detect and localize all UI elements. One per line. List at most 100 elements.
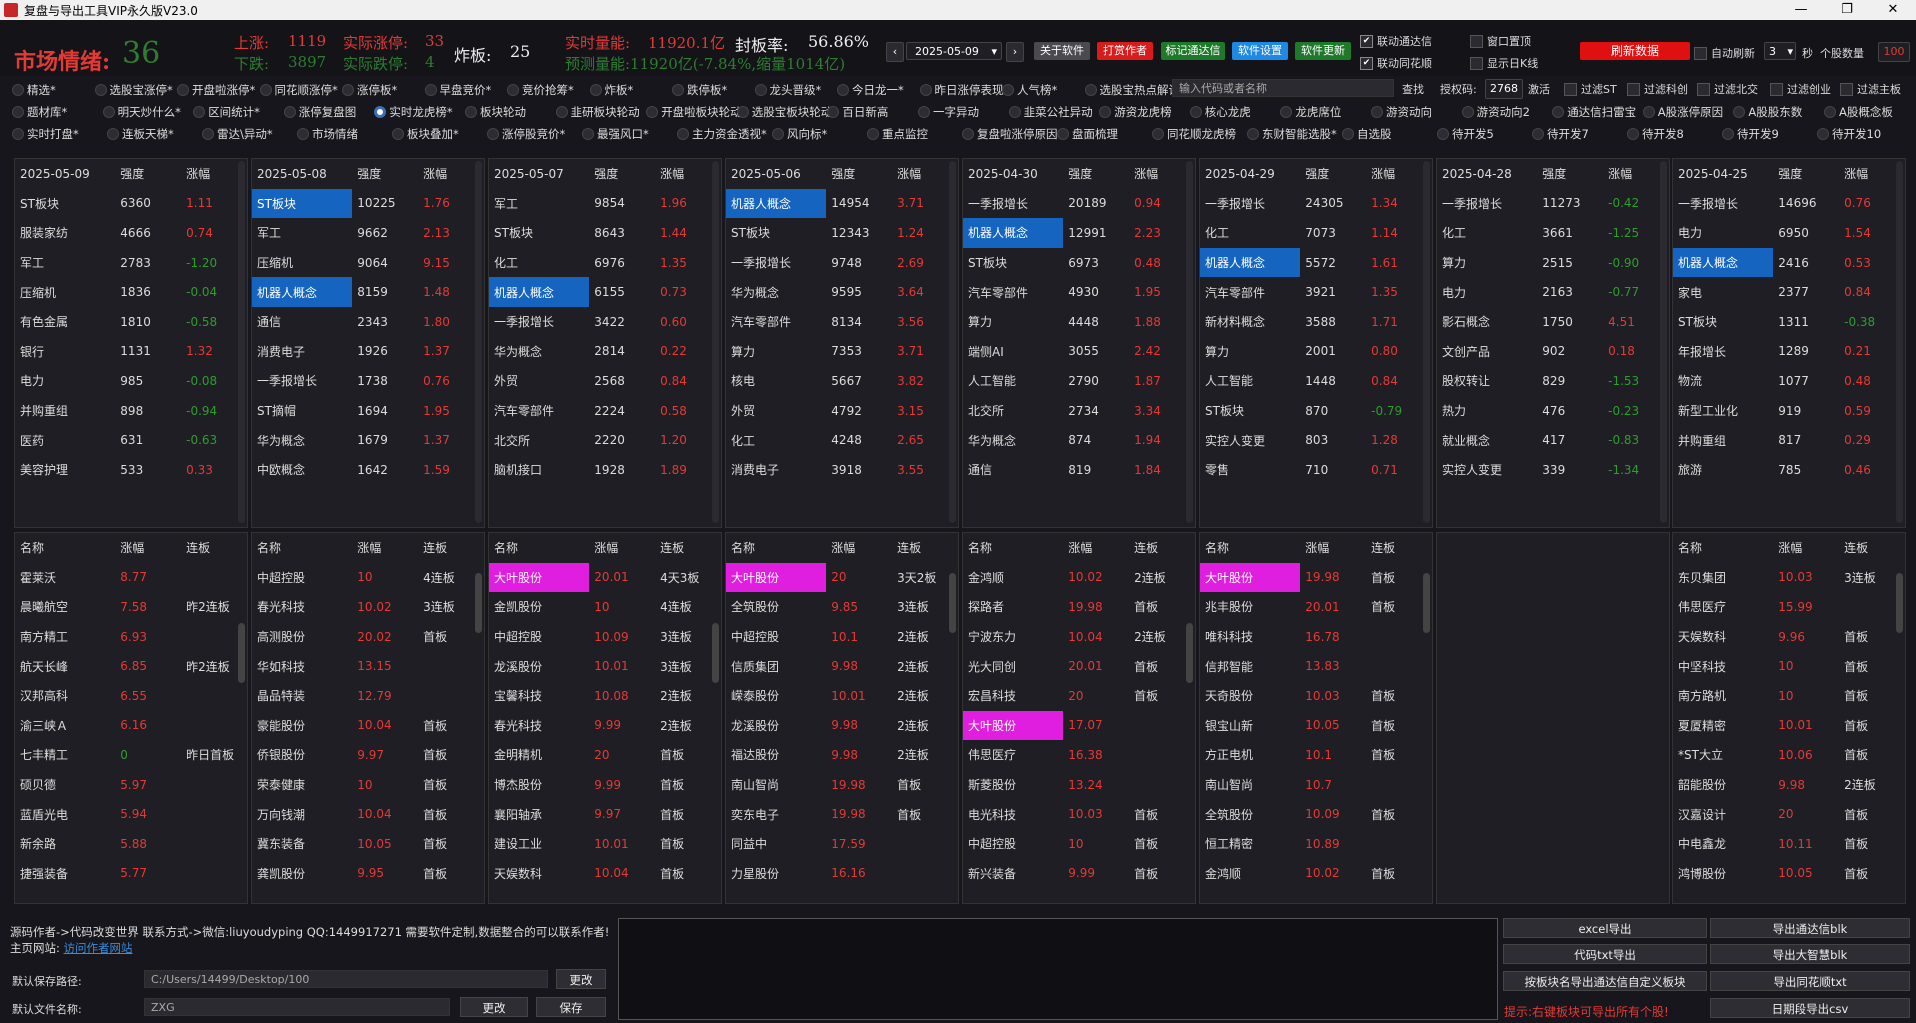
table-row[interactable]: 渝三峡Ａ 6.16 [15,711,247,741]
table-row[interactable]: 算力 4448 1.88 [963,307,1195,337]
table-row[interactable]: 电光科技 10.03 首板 [963,799,1195,829]
table-row[interactable]: 热力 476 -0.23 [1437,396,1669,426]
tab-tabs_row2-20[interactable]: A股概念板 [1824,104,1893,120]
table-row[interactable]: 军工 2783 -1.20 [15,248,247,278]
scrollbar[interactable] [1423,161,1430,523]
table-row[interactable]: 华如科技 13.15 [252,651,484,681]
table-row[interactable]: 医药 631 -0.63 [15,425,247,455]
filter-zhuban-checkbox[interactable]: 过滤主板 [1840,81,1901,97]
table-row[interactable]: 通信 819 1.84 [963,455,1195,485]
tab-tabs_row3-19[interactable]: 待开发10 [1817,126,1881,142]
tab-tabs_row2-1[interactable]: 明天炒什么* [102,104,181,120]
export-ths-txt-button[interactable]: 导出同花顺txt [1710,971,1910,991]
table-row[interactable]: 斯菱股份 13.24 [963,770,1195,800]
table-row[interactable]: 大叶股份 17.07 [963,710,1195,741]
tab-tabs_row2-2[interactable]: 区间统计* [193,104,260,120]
tab-tabs_row3-10[interactable]: 复盘啦涨停原因 [962,126,1058,142]
table-row[interactable]: 外贸 2568 0.84 [489,366,721,396]
table-row[interactable]: 文创产品 902 0.18 [1437,337,1669,367]
table-row[interactable]: 春光科技 10.02 3连板 [252,592,484,622]
tab-tabs_row2-16[interactable]: 游资动向2 [1461,104,1530,120]
table-row[interactable]: 南山智尚 19.98 首板 [726,770,958,800]
table-row[interactable]: 华为概念 874 1.94 [963,425,1195,455]
table-row[interactable]: 唯科科技 16.78 [1200,622,1432,652]
table-row[interactable]: 军工 9662 2.13 [252,218,484,248]
table-row[interactable]: 硕贝德 5.97 [15,770,247,800]
mark-tdx-button[interactable]: 标记通达信 [1161,42,1225,60]
table-row[interactable]: 福达股份 9.98 2连板 [726,740,958,770]
table-row[interactable]: 影石概念 1750 4.51 [1437,307,1669,337]
tab-tabs_row3-2[interactable]: 雷达\异动* [202,126,273,142]
tab-tabs_row1-6[interactable]: 竞价抢筹* [507,82,574,98]
sector-panel-1[interactable]: 2025-05-08 强度 涨幅 ST板块 10225 1.76 军工 9662 2.13 压缩机… [251,158,485,528]
table-row[interactable]: 汉嘉设计 20 首板 [1673,799,1905,829]
about-button[interactable]: 关于软件 [1034,42,1090,60]
tab-tabs_row3-11[interactable]: 盘面梳理 [1057,126,1118,142]
tab-tabs_row2-3[interactable]: 涨停复盘图 [283,104,356,120]
table-row[interactable]: 一季报增长 24305 1.34 [1200,189,1432,219]
scrollbar[interactable] [475,573,482,633]
table-row[interactable]: 一季报增长 3422 0.60 [489,307,721,337]
table-row[interactable]: 奕东电子 19.98 首板 [726,799,958,829]
table-row[interactable]: 七丰精工 0 昨日首板 [15,740,247,770]
maximize-button[interactable]: ❐ [1824,0,1870,20]
table-row[interactable]: 春光科技 9.99 2连板 [489,711,721,741]
tab-tabs_row2-19[interactable]: A股股东数 [1733,104,1802,120]
table-row[interactable]: 建设工业 10.01 首板 [489,829,721,859]
activate-button[interactable]: 激活 [1528,81,1550,97]
scrollbar[interactable] [712,161,719,523]
code-txt-export-button[interactable]: 代码txt导出 [1503,944,1707,964]
table-row[interactable]: 北交所 2220 1.20 [489,425,721,455]
table-row[interactable]: 南方路机 10 首板 [1673,681,1905,711]
minimize-button[interactable]: — [1778,0,1824,20]
table-row[interactable]: 一季报增长 11273 -0.42 [1437,189,1669,219]
tab-tabs_row3-7[interactable]: 主力资金透视* [677,126,767,142]
table-row[interactable]: 就业概念 417 -0.83 [1437,425,1669,455]
table-row[interactable]: 兆丰股份 20.01 首板 [1200,592,1432,622]
table-row[interactable]: 中超控股 10.1 2连板 [726,622,958,652]
table-row[interactable]: 实控人变更 339 -1.34 [1437,455,1669,485]
table-row[interactable]: 脑机接口 1928 1.89 [489,455,721,485]
table-row[interactable]: 霍莱沃 8.77 [15,563,247,593]
tab-tabs_row2-11[interactable]: 韭菜公社异动 [1008,104,1093,120]
tab-tabs_row3-13[interactable]: 东财智能选股* [1247,126,1337,142]
table-row[interactable]: 汽车零部件 8134 3.56 [726,307,958,337]
tab-tabs_row2-18[interactable]: A股涨停原因 [1642,104,1723,120]
table-row[interactable]: 光大同创 20.01 首板 [963,651,1195,681]
table-row[interactable]: ST板块 12343 1.24 [726,218,958,248]
scrollbar[interactable] [475,161,482,523]
table-row[interactable]: 南山智尚 10.7 [1200,770,1432,800]
table-row[interactable]: 压缩机 1836 -0.04 [15,277,247,307]
table-row[interactable]: 并购重组 817 0.29 [1673,425,1905,455]
window-top-checkbox[interactable]: 窗口置顶 [1470,33,1531,49]
sector-panel-5[interactable]: 2025-04-29 强度 涨幅 一季报增长 24305 1.34 化工 7073 1.14 机器… [1199,158,1433,528]
table-row[interactable]: 家电 2377 0.84 [1673,277,1905,307]
table-row[interactable]: 化工 4248 2.65 [726,425,958,455]
table-row[interactable]: 襄阳轴承 9.97 首板 [489,799,721,829]
table-row[interactable]: 鸿博股份 10.05 首板 [1673,859,1905,889]
table-row[interactable]: 金凯股份 10 4连板 [489,592,721,622]
table-row[interactable]: 人工智能 2790 1.87 [963,366,1195,396]
table-row[interactable]: 汉邦高科 6.55 [15,681,247,711]
export-custom-sector-button[interactable]: 按板块名导出通达信自定义板块 [1503,971,1707,991]
table-row[interactable]: 电力 2163 -0.77 [1437,277,1669,307]
scrollbar[interactable] [1896,573,1903,633]
table-row[interactable]: 龚凯股份 9.95 首板 [252,859,484,889]
tab-tabs_row3-17[interactable]: 待开发8 [1627,126,1684,142]
reward-button[interactable]: 打赏作者 [1097,42,1153,60]
table-row[interactable]: 有色金属 1810 -0.58 [15,307,247,337]
table-row[interactable]: 宝馨科技 10.08 2连板 [489,681,721,711]
table-row[interactable]: 压缩机 9064 9.15 [252,248,484,278]
table-row[interactable]: 天娱数科 10.04 首板 [489,859,721,889]
stock-panel-2[interactable]: 名称 涨幅 连板 大叶股份 20.01 4天3板 金凯股份 10 4连板 中超控股 10.09 3连板… [488,532,722,904]
table-row[interactable]: 大叶股份 20.01 4天3板 [489,562,721,593]
tab-tabs_row1-5[interactable]: 早盘竞价* [424,82,491,98]
tab-tabs_row2-8[interactable]: 选股宝板块轮动* [736,104,838,120]
scrollbar[interactable] [1660,161,1667,523]
tab-tabs_row1-10[interactable]: 今日龙一* [837,82,904,98]
auth-input[interactable]: 2768 [1485,79,1523,99]
sector-panel-3[interactable]: 2025-05-06 强度 涨幅 机器人概念 14954 3.71 ST板块 12343 1.2… [725,158,959,528]
table-row[interactable]: 中坚科技 10 首板 [1673,651,1905,681]
save-path-input[interactable]: C:/Users/14499/Desktop/100 [144,970,548,988]
filter-st-checkbox[interactable]: 过滤ST [1564,81,1617,97]
